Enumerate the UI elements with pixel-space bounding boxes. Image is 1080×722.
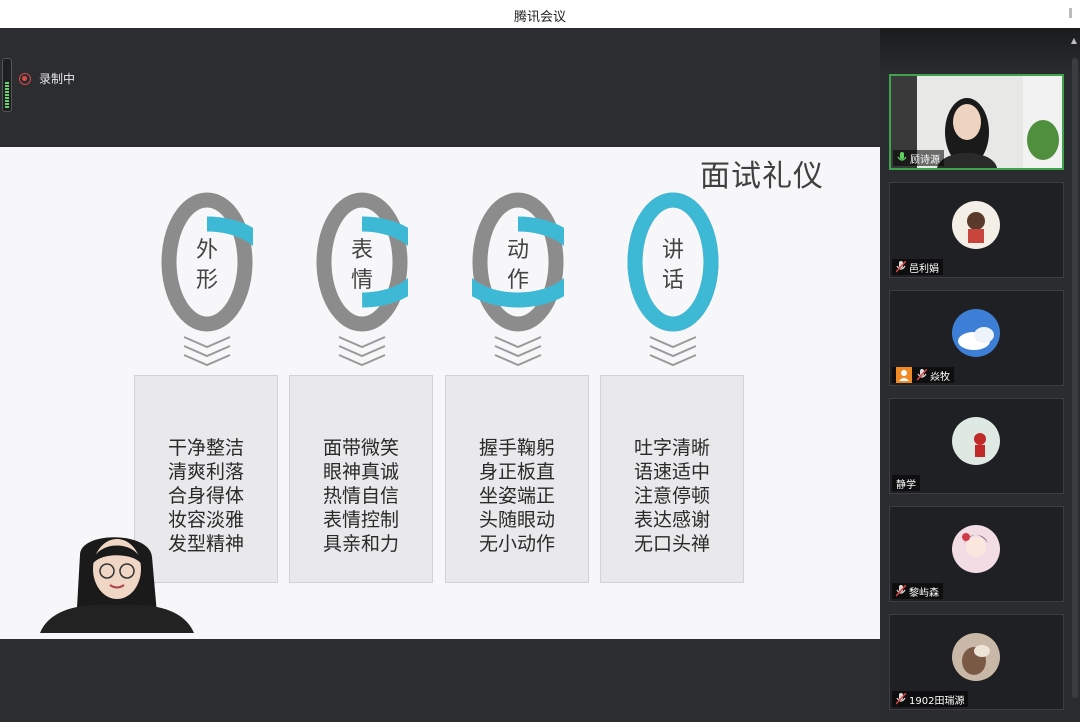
mic-active-icon (897, 152, 907, 161)
topic-item: 表情控制 (322, 509, 399, 531)
topic-box-expression: 面带微笑 眼神真诚 热情自信 表情控制 具亲和力 (289, 375, 433, 583)
topic-item: 语速适中 (633, 461, 710, 483)
topic-item: 无口头禅 (633, 533, 710, 555)
topic-item: 吐字清晰 (633, 437, 710, 459)
title-bar: 腾讯会议 (0, 0, 1080, 28)
avatar (952, 417, 1000, 465)
participant-tile[interactable]: 焱牧 (889, 290, 1064, 386)
topic-ring-action: 动 作 (472, 192, 564, 332)
participant-panel: ▲ 顾诗源 邑利娟 焱牧 静学 黎屿森 1902田瑞源 (880, 28, 1080, 722)
topic-item: 握手鞠躬 (478, 437, 555, 459)
record-icon (19, 72, 31, 85)
chevron-down-icon (338, 336, 386, 367)
participant-nametag: 焱牧 (892, 367, 954, 383)
window-grip[interactable] (1069, 8, 1072, 18)
participant-tile[interactable]: 1902田瑞源 (889, 614, 1064, 710)
mic-muted-icon (917, 369, 927, 381)
recording-indicator[interactable]: 录制中 (19, 70, 75, 87)
topic-box-speech: 吐字清晰 语速适中 注意停顿 表达感谢 无口头禅 (600, 375, 744, 583)
presenter-video (40, 537, 194, 633)
topic-ring-appearance: 外 形 (161, 192, 253, 332)
participant-name: 邑利娟 (909, 263, 939, 275)
topic-item: 具亲和力 (322, 533, 399, 555)
chevron-down-icon (494, 336, 542, 367)
participant-tile[interactable]: 顾诗源 (889, 74, 1064, 170)
topic-item: 合身得体 (167, 485, 244, 507)
avatar (952, 309, 1000, 357)
participant-name: 黎屿森 (909, 587, 939, 599)
participant-tile[interactable]: 静学 (889, 398, 1064, 494)
topic-char: 作 (507, 268, 529, 293)
topic-char: 外 (196, 238, 218, 263)
avatar (952, 201, 1000, 249)
topic-item: 头随眼动 (478, 509, 555, 531)
participant-name: 1902田瑞源 (909, 695, 965, 707)
mic-muted-icon (896, 693, 906, 705)
topic-item: 注意停顿 (633, 485, 710, 507)
topic-char: 情 (351, 268, 373, 293)
topic-char: 动 (507, 238, 529, 263)
participant-name: 顾诗源 (910, 154, 940, 166)
participant-name: 静学 (896, 479, 916, 491)
chevron-down-icon (183, 336, 231, 367)
chevron-down-icon (649, 336, 697, 367)
participant-tile[interactable]: 邑利娟 (889, 182, 1064, 278)
participant-nametag: 1902田瑞源 (892, 691, 969, 707)
mic-muted-icon (896, 585, 906, 597)
avatar (952, 525, 1000, 573)
topic-item: 坐姿端正 (478, 485, 555, 507)
participant-name: 焱牧 (930, 371, 950, 383)
topic-item: 热情自信 (322, 485, 399, 507)
panel-scrollbar[interactable] (1072, 58, 1078, 698)
volume-meter (2, 58, 12, 112)
participant-nametag: 顾诗源 (893, 150, 944, 166)
recording-label: 录制中 (39, 72, 76, 86)
topic-item: 无小动作 (478, 533, 555, 555)
topic-char: 形 (196, 268, 218, 293)
participant-nametag: 邑利娟 (892, 259, 943, 275)
topic-ring-speech: 讲 话 (627, 192, 719, 332)
topic-item: 眼神真诚 (322, 461, 399, 483)
topic-char: 话 (662, 268, 684, 293)
mic-muted-icon (896, 261, 906, 273)
topic-item: 干净整洁 (167, 437, 244, 459)
shared-slide: 面试礼仪 外 形 表 情 动 作 讲 话 干净整洁 清爽利落 合身得体 妆容淡雅… (0, 147, 880, 639)
app-title: 腾讯会议 (513, 10, 566, 25)
scroll-up-icon[interactable]: ▲ (1071, 36, 1077, 45)
topic-box-action: 握手鞠躬 身正板直 坐姿端正 头随眼动 无小动作 (445, 375, 589, 583)
topic-item: 清爽利落 (167, 461, 244, 483)
topic-item: 身正板直 (478, 461, 555, 483)
participant-nametag: 黎屿森 (892, 583, 943, 599)
topic-item: 表达感谢 (633, 509, 710, 531)
avatar (952, 633, 1000, 681)
topic-char: 讲 (662, 238, 684, 263)
person-icon (896, 367, 912, 383)
topic-item: 面带微笑 (322, 437, 399, 459)
topic-char: 表 (351, 238, 373, 263)
participant-tile[interactable]: 黎屿森 (889, 506, 1064, 602)
slide-title: 面试礼仪 (700, 159, 824, 194)
participant-nametag: 静学 (892, 475, 920, 491)
topic-ring-expression: 表 情 (316, 192, 408, 332)
